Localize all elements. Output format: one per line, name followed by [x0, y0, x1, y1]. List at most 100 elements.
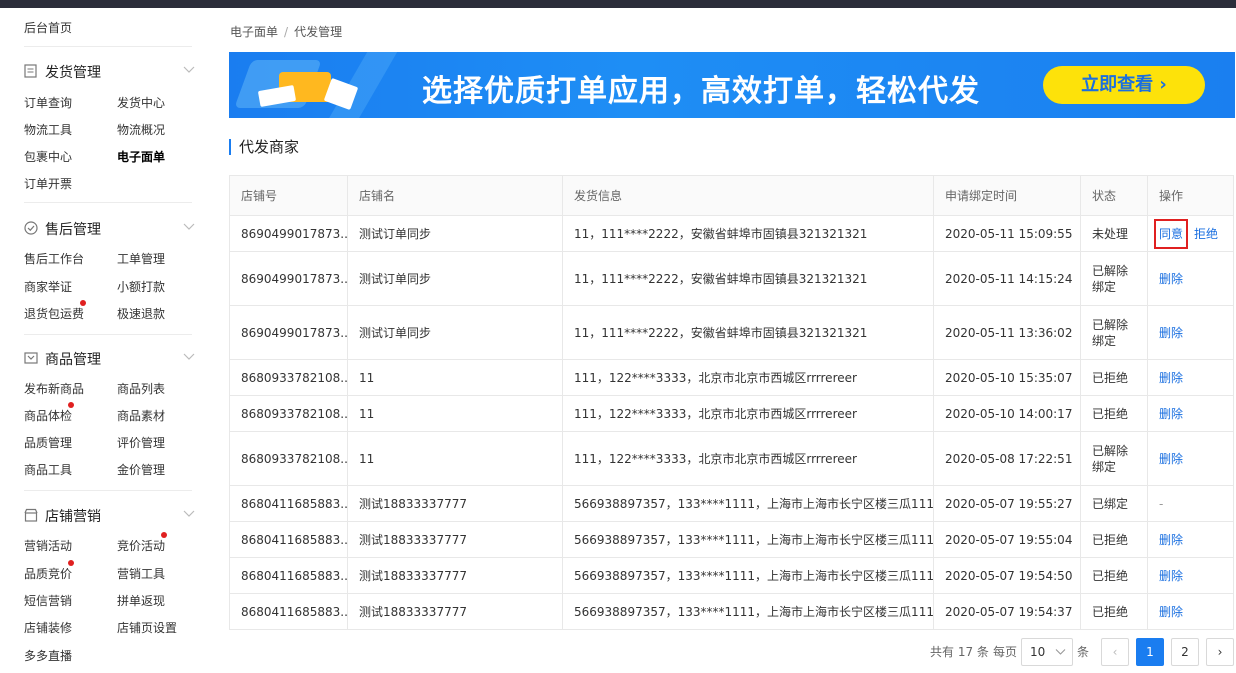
sidebar-item-invoicing[interactable]: 订单开票 — [24, 175, 72, 192]
sidebar-item-ticket-management[interactable]: 工单管理 — [117, 250, 165, 267]
cell-status: 已拒绝 — [1080, 557, 1148, 594]
chevron-down-icon[interactable] — [182, 218, 196, 232]
sidebar-item-gold-price[interactable]: 金价管理 — [117, 461, 165, 478]
reject-link[interactable]: 拒绝 — [1194, 227, 1218, 241]
chevron-down-icon[interactable] — [182, 61, 196, 75]
cell-shop-id: 8690499017873... — [229, 215, 348, 252]
cell-apply-time: 2020-05-08 17:22:51 — [933, 431, 1081, 486]
cell-apply-time: 2020-05-07 19:54:50 — [933, 557, 1081, 594]
cell-shipping-info: 566938897357，133****1111，上海市上海市长宁区楼三瓜111 — [562, 557, 934, 594]
cell-shop-name: 测试18833337777 — [347, 557, 563, 594]
cell-apply-time: 2020-05-11 13:36:02 — [933, 305, 1081, 360]
cell-actions: 删除 — [1147, 251, 1234, 306]
cell-shop-name: 测试订单同步 — [347, 215, 563, 252]
sidebar-item-fast-refund[interactable]: 极速退款 — [117, 305, 165, 322]
sidebar-item-store-decoration[interactable]: 店铺装修 — [24, 619, 72, 636]
cell-shop-id: 8680411685883... — [229, 485, 348, 522]
cell-shop-name: 测试订单同步 — [347, 251, 563, 306]
notification-dot — [161, 532, 167, 538]
delete-link[interactable]: 删除 — [1159, 569, 1183, 583]
cell-status: 已拒绝 — [1080, 395, 1148, 432]
delete-link[interactable]: 删除 — [1159, 326, 1183, 340]
sidebar-item-e-waybill[interactable]: 电子面单 — [117, 148, 165, 165]
notification-dot — [68, 560, 74, 566]
product-box-icon — [24, 351, 38, 365]
sidebar-item-quality-bidding[interactable]: 品质竞价 — [24, 565, 72, 582]
section-header-shipping[interactable]: 发货管理 — [24, 61, 196, 81]
sidebar-item-marketing-tools[interactable]: 营销工具 — [117, 565, 165, 582]
store-icon — [24, 508, 38, 522]
cell-actions: 删除 — [1147, 395, 1234, 432]
delete-link[interactable]: 删除 — [1159, 407, 1183, 421]
cell-status: 已解除绑定 — [1080, 305, 1148, 360]
delete-link[interactable]: 删除 — [1159, 605, 1183, 619]
next-page-button[interactable]: › — [1206, 638, 1234, 666]
cell-shop-id: 8680933782108... — [229, 431, 348, 486]
page-1-button[interactable]: 1 — [1136, 638, 1164, 666]
sidebar-item-logistics-tools[interactable]: 物流工具 — [24, 121, 72, 138]
section-header-marketing[interactable]: 店铺营销 — [24, 505, 196, 525]
cell-apply-time: 2020-05-10 15:35:07 — [933, 359, 1081, 396]
cell-shipping-info: 566938897357，133****1111，上海市上海市长宁区楼三瓜111 — [562, 485, 934, 522]
page-size-select[interactable]: 10 — [1021, 638, 1073, 666]
delete-link[interactable]: 删除 — [1159, 452, 1183, 466]
delete-link[interactable]: 删除 — [1159, 533, 1183, 547]
notification-dot — [68, 402, 74, 408]
chevron-down-icon[interactable] — [182, 505, 196, 519]
cell-shop-id: 8680411685883... — [229, 593, 348, 630]
sidebar-item-small-payment[interactable]: 小额打款 — [117, 278, 165, 295]
breadcrumb: 电子面单 / 代发管理 — [230, 23, 342, 40]
sidebar-item-sms-marketing[interactable]: 短信营销 — [24, 592, 72, 609]
sidebar-item-aftersales-desk[interactable]: 售后工作台 — [24, 250, 84, 267]
sidebar-item-bidding-activities[interactable]: 竞价活动 — [117, 537, 165, 554]
main-content: 电子面单 / 代发管理 选择优质打单应用，高效打单，轻松代发 立即查看 › 代发商家… — [210, 8, 1236, 673]
view-now-button[interactable]: 立即查看 › — [1043, 66, 1205, 104]
col-header-shop-id: 店铺号 — [229, 175, 348, 216]
sidebar-item-review-management[interactable]: 评价管理 — [117, 434, 165, 451]
sidebar-item-live-streaming[interactable]: 多多直播 — [24, 647, 72, 664]
sidebar-item-return-shipping-fee[interactable]: 退货包运费 — [24, 305, 84, 322]
promo-banner[interactable]: 选择优质打单应用，高效打单，轻松代发 立即查看 › — [229, 52, 1235, 118]
delete-link[interactable]: 删除 — [1159, 371, 1183, 385]
delete-link[interactable]: 删除 — [1159, 272, 1183, 286]
cell-actions: 删除 — [1147, 359, 1234, 396]
divider — [24, 334, 192, 335]
cell-shop-id: 8690499017873... — [229, 251, 348, 306]
breadcrumb-root[interactable]: 电子面单 — [230, 25, 278, 39]
sidebar-item-order-query[interactable]: 订单查询 — [24, 94, 72, 111]
col-header-actions: 操作 — [1147, 175, 1234, 216]
sidebar-item-product-material[interactable]: 商品素材 — [117, 407, 165, 424]
cell-shop-name: 11 — [347, 395, 563, 432]
cell-actions: 删除 — [1147, 521, 1234, 558]
prev-page-button[interactable]: ‹ — [1101, 638, 1129, 666]
sidebar-item-product-tools[interactable]: 商品工具 — [24, 461, 72, 478]
notification-dot — [80, 300, 86, 306]
cell-actions: 删除 — [1147, 593, 1234, 630]
cell-apply-time: 2020-05-11 15:09:55 — [933, 215, 1081, 252]
agree-link[interactable]: 同意 — [1154, 219, 1189, 249]
shield-check-icon — [24, 221, 38, 235]
section-header-products[interactable]: 商品管理 — [24, 348, 196, 368]
chevron-down-icon[interactable] — [182, 348, 196, 362]
sidebar-item-marketing-activities[interactable]: 营销活动 — [24, 537, 72, 554]
sidebar-item-store-page-settings[interactable]: 店铺页设置 — [117, 619, 177, 636]
sidebar-item-group-cashback[interactable]: 拼单返现 — [117, 592, 165, 609]
sidebar-item-product-check[interactable]: 商品体检 — [24, 407, 72, 424]
col-header-shipping-info: 发货信息 — [562, 175, 934, 216]
sidebar-item-shipping-center[interactable]: 发货中心 — [117, 94, 165, 111]
section-title: 代发商家 — [229, 139, 299, 155]
sidebar-item-logistics-overview[interactable]: 物流概况 — [117, 121, 165, 138]
col-header-apply-time: 申请绑定时间 — [933, 175, 1081, 216]
sidebar-item-parcel-center[interactable]: 包裹中心 — [24, 148, 72, 165]
sidebar-item-product-list[interactable]: 商品列表 — [117, 380, 165, 397]
page-2-button[interactable]: 2 — [1171, 638, 1199, 666]
col-header-status: 状态 — [1080, 175, 1148, 216]
section-header-aftersales[interactable]: 售后管理 — [24, 218, 196, 238]
sidebar-item-publish-product[interactable]: 发布新商品 — [24, 380, 84, 397]
divider — [24, 202, 192, 203]
cell-shop-id: 8690499017873... — [229, 305, 348, 360]
sidebar-item-quality-management[interactable]: 品质管理 — [24, 434, 72, 451]
table-row: 8680411685883... 测试18833337777 566938897… — [229, 485, 1234, 522]
sidebar-home-link[interactable]: 后台首页 — [24, 19, 72, 36]
sidebar-item-merchant-evidence[interactable]: 商家举证 — [24, 278, 72, 295]
